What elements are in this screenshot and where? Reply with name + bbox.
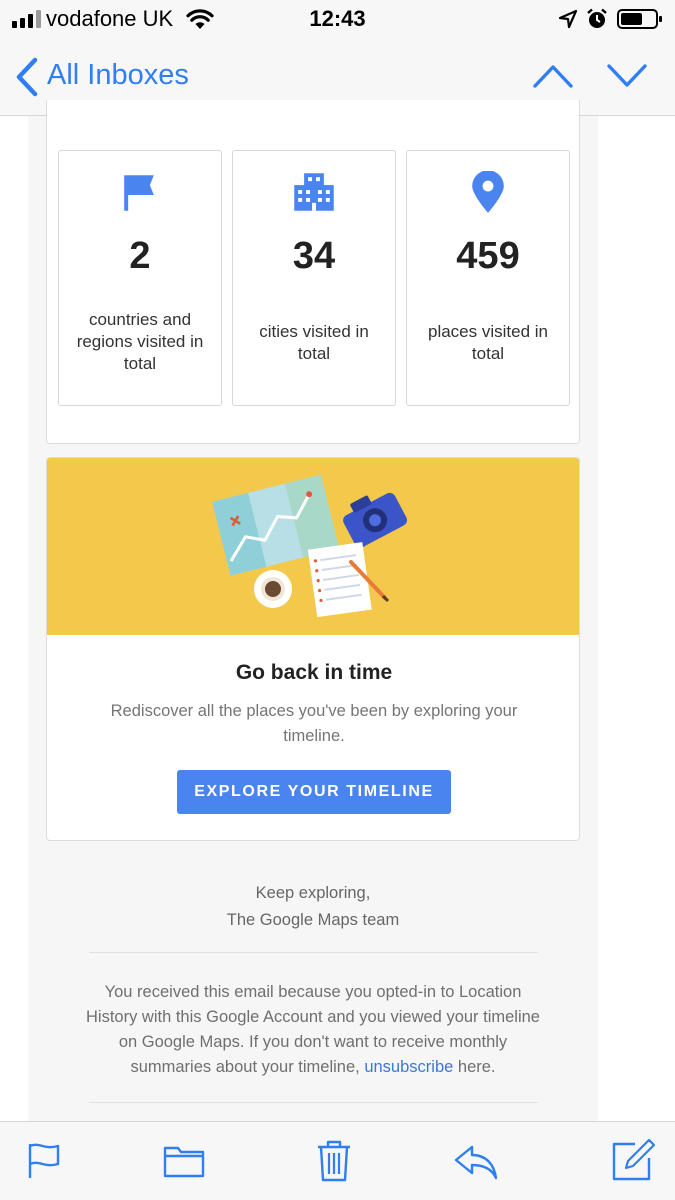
stat-number: 459 xyxy=(456,235,520,277)
flag-icon[interactable] xyxy=(22,1138,66,1182)
stat-cities: 34 cities visited in total xyxy=(232,150,396,406)
chevron-left-icon[interactable] xyxy=(14,57,40,97)
battery-icon xyxy=(617,9,662,29)
status-bar: vodafone UK 12:43 xyxy=(0,0,675,40)
flag-icon xyxy=(124,175,154,211)
divider xyxy=(89,952,538,953)
signoff-line: The Google Maps team xyxy=(226,911,400,929)
place-pin-icon xyxy=(472,171,504,213)
stat-label: cities visited in total xyxy=(259,322,369,363)
stat-label: places visited in total xyxy=(427,322,548,363)
stat-number: 2 xyxy=(129,235,151,277)
alarm-icon xyxy=(587,8,607,28)
chevron-down-icon[interactable] xyxy=(606,62,648,90)
footer-text-part: here. xyxy=(453,1058,496,1076)
stat-label: countries and regions visited in total xyxy=(76,310,204,373)
chevron-up-icon[interactable] xyxy=(532,62,574,90)
stat-countries: 2 countries and regions visited in total xyxy=(58,150,222,406)
signoff: Keep exploring, The Google Maps team xyxy=(28,880,598,934)
folder-icon[interactable] xyxy=(162,1138,206,1182)
stat-number: 34 xyxy=(292,235,336,277)
location-arrow-icon xyxy=(558,9,578,29)
compose-icon[interactable] xyxy=(611,1138,655,1182)
unsubscribe-link[interactable]: unsubscribe xyxy=(364,1058,453,1076)
promo-card: Go back in time Rediscover all the place… xyxy=(46,457,580,841)
map-camera-notes-illustration xyxy=(212,474,407,618)
promo-description: Rediscover all the places you've been by… xyxy=(110,702,518,745)
city-icon xyxy=(294,173,334,211)
bottom-toolbar xyxy=(0,1121,675,1200)
divider xyxy=(89,1102,538,1103)
trash-icon[interactable] xyxy=(312,1138,356,1182)
promo-banner xyxy=(47,458,579,635)
explore-timeline-button[interactable]: EXPLORE YOUR TIMELINE xyxy=(177,770,451,814)
back-button[interactable]: All Inboxes xyxy=(47,59,189,92)
reply-icon[interactable] xyxy=(454,1138,498,1182)
stat-places: 459 places visited in total xyxy=(406,150,570,406)
signoff-line: Keep exploring, xyxy=(255,884,371,902)
footer-text: You received this email because you opte… xyxy=(80,980,546,1080)
promo-title: Go back in time xyxy=(235,661,393,684)
